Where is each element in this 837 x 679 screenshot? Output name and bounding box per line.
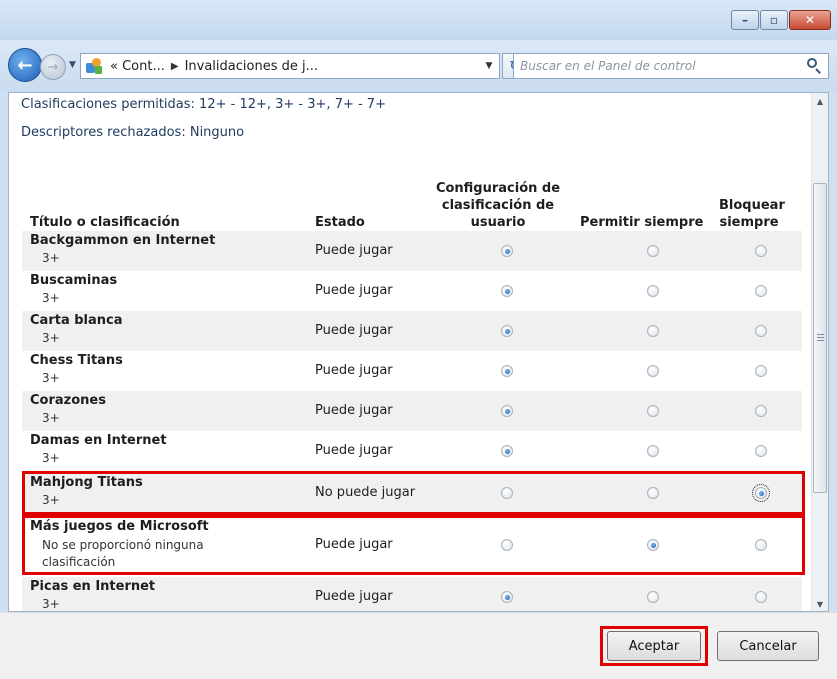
allowed-ratings-text: Clasificaciones permitidas: 12+ - 12+, 3… [21,97,386,112]
radio-block-always[interactable] [755,325,767,337]
radio-allow-always[interactable] [647,445,659,457]
table-row: Chess Titans 3+ Puede jugar [22,351,802,391]
table-row: Backgammon en Internet 3+ Puede jugar [22,231,802,271]
radio-user-rating[interactable] [501,325,513,337]
cancel-button[interactable]: Cancelar [717,631,819,661]
table-row: Carta blanca 3+ Puede jugar [22,311,802,351]
game-name: Buscaminas [30,273,118,288]
breadcrumb-control-panel[interactable]: « Cont... [107,59,168,74]
address-dropdown-icon[interactable]: ▼ [479,61,499,71]
game-rating: 3+ [42,331,60,345]
radio-block-always[interactable] [755,445,767,457]
radio-block-always[interactable] [755,591,767,603]
control-panel-icon [85,57,103,75]
radio-user-rating[interactable] [501,245,513,257]
window-frame: – ▫ ✕ ← → ▼ « Cont... ▶ Invalidaciones d… [0,0,837,679]
search-icon[interactable] [804,56,824,76]
radio-block-always[interactable] [755,245,767,257]
game-name: Picas en Internet [30,579,156,594]
game-rating: 3+ [42,411,60,425]
game-state: Puede jugar [315,243,393,258]
header-allow-always: Permitir siempre [580,215,704,230]
radio-allow-always[interactable] [647,365,659,377]
address-bar[interactable]: « Cont... ▶ Invalidaciones de j... ▼ [80,53,500,79]
header-title: Título o clasificación [30,215,180,230]
radio-allow-always[interactable] [647,285,659,297]
game-name: Carta blanca [30,313,123,328]
game-rating: 3+ [42,291,60,305]
vertical-scrollbar[interactable]: ▲ ▼ [811,93,828,611]
arrow-right-icon: → [47,59,59,75]
radio-allow-always[interactable] [647,245,659,257]
table-row: Picas en Internet 3+ Puede jugar [22,577,802,611]
breadcrumb-game-overrides[interactable]: Invalidaciones de j... [182,59,321,74]
highlight-mahjong-row [22,471,805,515]
game-name: Corazones [30,393,106,408]
search-input[interactable]: Buscar en el Panel de control [513,53,829,79]
back-button[interactable]: ← [8,48,42,82]
game-rating: 3+ [42,597,60,611]
game-state: Puede jugar [315,403,393,418]
radio-user-rating[interactable] [501,405,513,417]
header-user-rating: Configuración de clasificación de usuari… [435,181,561,230]
rejected-descriptors-text: Descriptores rechazados: Ninguno [21,125,245,140]
dialog-footer: Aceptar Cancelar [0,612,837,679]
close-button[interactable]: ✕ [789,10,831,30]
game-rating: 3+ [42,371,60,385]
radio-user-rating[interactable] [501,591,513,603]
ok-button[interactable]: Aceptar [607,631,701,661]
table-row: Corazones 3+ Puede jugar [22,391,802,431]
scrollbar-thumb[interactable] [813,183,827,493]
highlight-more-games-row [22,515,805,575]
header-state: Estado [315,215,365,230]
radio-user-rating[interactable] [501,365,513,377]
radio-allow-always[interactable] [647,591,659,603]
game-name: Chess Titans [30,353,123,368]
overrides-panel: Clasificaciones permitidas: 12+ - 12+, 3… [8,92,829,612]
table-row: Buscaminas 3+ Puede jugar [22,271,802,311]
navigation-bar: ← → ▼ « Cont... ▶ Invalidaciones de j...… [0,40,837,92]
breadcrumb-separator-icon[interactable]: ▶ [168,61,182,72]
game-name: Damas en Internet [30,433,167,448]
game-state: Puede jugar [315,323,393,338]
game-rating: 3+ [42,451,60,465]
window-controls: – ▫ ✕ [731,10,831,30]
game-state: Puede jugar [315,363,393,378]
game-rating: 3+ [42,251,60,265]
title-bar: – ▫ ✕ [0,0,837,40]
arrow-left-icon: ← [17,54,33,76]
scroll-down-icon[interactable]: ▼ [812,596,828,611]
radio-allow-always[interactable] [647,405,659,417]
radio-block-always[interactable] [755,405,767,417]
history-dropdown-icon[interactable]: ▼ [69,60,76,70]
search-placeholder: Buscar en el Panel de control [520,59,696,73]
radio-block-always[interactable] [755,285,767,297]
radio-block-always[interactable] [755,365,767,377]
radio-allow-always[interactable] [647,325,659,337]
maximize-button[interactable]: ▫ [760,10,788,30]
radio-user-rating[interactable] [501,445,513,457]
game-state: Puede jugar [315,283,393,298]
radio-user-rating[interactable] [501,285,513,297]
forward-button[interactable]: → [40,54,66,80]
scroll-up-icon[interactable]: ▲ [812,93,828,110]
game-name: Backgammon en Internet [30,233,216,248]
header-block-always: Bloquear siempre [719,198,785,230]
table-row: Damas en Internet 3+ Puede jugar [22,431,802,471]
game-state: Puede jugar [315,589,393,604]
minimize-button[interactable]: – [731,10,759,30]
game-state: Puede jugar [315,443,393,458]
